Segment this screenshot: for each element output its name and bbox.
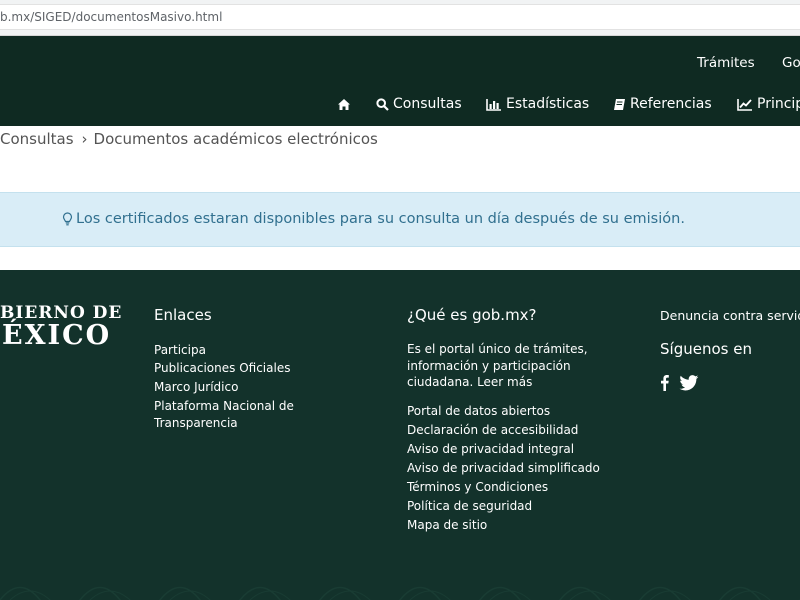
decorative-pattern	[0, 586, 800, 600]
breadcrumb-current: Documentos académicos electrónicos	[93, 130, 378, 148]
link-accesibilidad[interactable]: Declaración de accesibilidad	[407, 422, 578, 439]
link-participa[interactable]: Participa	[154, 342, 206, 359]
gobierno-link[interactable]: Gob	[782, 55, 800, 71]
nav-referencias-label: Referencias	[630, 96, 712, 112]
nav-home[interactable]	[337, 94, 355, 114]
link-datos-abiertos[interactable]: Portal de datos abiertos	[407, 403, 550, 420]
link-denuncia[interactable]: Denuncia contra servid	[660, 307, 800, 324]
main-nav: Consultas Estadísticas Referencias Princ…	[0, 94, 800, 114]
link-privacidad-integral[interactable]: Aviso de privacidad integral	[407, 441, 574, 458]
link-transparencia[interactable]: Transparencia	[154, 415, 238, 432]
line-chart-icon	[737, 98, 752, 111]
siguenos-title: Síguenos en	[660, 340, 752, 358]
nav-principales[interactable]: Princip	[737, 94, 800, 114]
site-header: Trámites Gob Consultas Estadísticas	[0, 36, 800, 126]
nav-referencias[interactable]: Referencias	[613, 94, 712, 114]
que-es-title: ¿Qué es gob.mx?	[407, 306, 537, 324]
breadcrumb: Consultas › Documentos académicos electrón…	[0, 130, 378, 148]
nav-estadisticas[interactable]: Estadísticas	[486, 94, 589, 114]
breadcrumb-separator: ›	[81, 130, 88, 148]
facebook-icon[interactable]	[660, 374, 669, 391]
link-mapa-sitio[interactable]: Mapa de sitio	[407, 517, 487, 534]
site-footer: BIERNO DE ÉXICO Enlaces Participa Public…	[0, 270, 800, 600]
alert-text: Los certificados estaran disponibles par…	[76, 211, 685, 227]
info-alert: Los certificados estaran disponibles par…	[0, 192, 800, 247]
bar-chart-icon	[486, 98, 501, 111]
enlaces-title: Enlaces	[154, 306, 212, 324]
link-plataforma[interactable]: Plataforma Nacional de	[154, 398, 294, 415]
link-privacidad-simplificado[interactable]: Aviso de privacidad simplificado	[407, 460, 600, 477]
url-field[interactable]: b.mx/SIGED/documentosMasivo.html	[0, 4, 800, 30]
home-icon	[338, 98, 350, 110]
link-seguridad[interactable]: Política de seguridad	[407, 498, 532, 515]
link-publicaciones[interactable]: Publicaciones Oficiales	[154, 360, 290, 377]
nav-consultas-label: Consultas	[393, 96, 462, 112]
breadcrumb-consultas[interactable]: Consultas	[0, 130, 74, 148]
search-icon	[376, 97, 389, 111]
book-icon	[614, 98, 625, 110]
logo-mexico[interactable]: ÉXICO	[2, 320, 111, 351]
link-marco-juridico[interactable]: Marco Jurídico	[154, 379, 238, 396]
url-text[interactable]: b.mx/SIGED/documentosMasivo.html	[0, 10, 222, 24]
nav-principales-label: Princip	[757, 96, 800, 112]
nav-estadisticas-label: Estadísticas	[506, 96, 590, 112]
tramites-link[interactable]: Trámites	[697, 55, 755, 71]
lightbulb-icon	[62, 212, 73, 226]
link-terminos[interactable]: Términos y Condiciones	[407, 479, 548, 496]
nav-consultas[interactable]: Consultas	[376, 94, 462, 114]
que-es-description: Es el portal único de trámites, informac…	[407, 342, 588, 389]
twitter-icon[interactable]	[679, 374, 699, 391]
alert-content: Los certificados estaran disponibles par…	[62, 211, 685, 227]
browser-address-bar: b.mx/SIGED/documentosMasivo.html	[0, 0, 800, 36]
social-links	[660, 374, 699, 391]
